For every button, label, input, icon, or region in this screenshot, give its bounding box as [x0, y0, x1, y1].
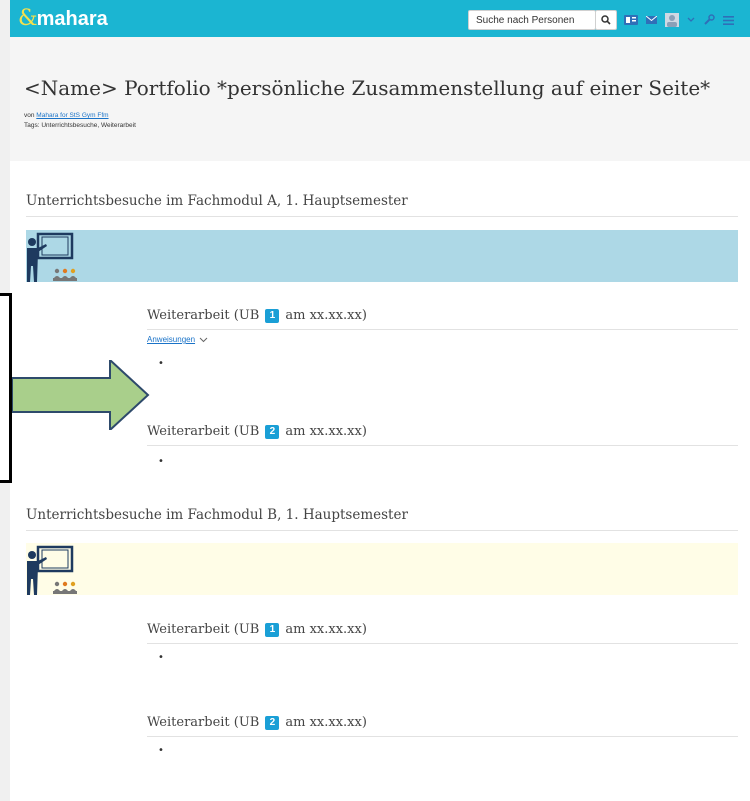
list-item-bullet: •: [158, 358, 164, 369]
mahara-logo[interactable]: & mahara: [18, 6, 108, 31]
item-b2-title: Weiterarbeit (UB 2 am xx.xx.xx): [147, 715, 738, 737]
item-b1-suffix: am xx.xx.xx): [285, 622, 367, 637]
search-input[interactable]: Suche nach Personen: [468, 10, 596, 30]
user-avatar-icon[interactable]: [665, 13, 679, 27]
mail-icon[interactable]: [646, 16, 657, 24]
author-prefix: von: [24, 112, 37, 119]
item-a2-prefix: Weiterarbeit (UB: [147, 424, 260, 439]
menu-icon[interactable]: [723, 15, 734, 25]
item-a2-title: Weiterarbeit (UB 2 am xx.xx.xx): [147, 424, 738, 446]
instructions-label: Anweisungen: [147, 335, 196, 344]
section-a-title: Unterrichtsbesuche im Fachmodul A, 1. Ha…: [26, 193, 738, 217]
tags-line: Tags: Unterrichtsbesuche, Weiterarbeit: [24, 122, 136, 129]
section-b-banner: [26, 543, 738, 595]
section-b-title: Unterrichtsbesuche im Fachmodul B, 1. Ha…: [26, 507, 738, 531]
teacher-classroom-icon: [27, 545, 77, 595]
logo-ampersand: &: [18, 6, 38, 31]
page-title: <Name> Portfolio *persönliche Zusammenst…: [24, 76, 711, 100]
item-a1-suffix: am xx.xx.xx): [285, 308, 367, 323]
search-button[interactable]: [595, 10, 617, 30]
item-a2-suffix: am xx.xx.xx): [285, 424, 367, 439]
list-item-bullet: •: [158, 456, 164, 467]
item-b1-prefix: Weiterarbeit (UB: [147, 622, 260, 637]
content-icon[interactable]: [624, 15, 638, 25]
ub-number-badge: 2: [265, 715, 280, 730]
item-a1-title: Weiterarbeit (UB 1 am xx.xx.xx): [147, 308, 738, 330]
section-a-banner: [26, 230, 738, 282]
author-line: von Mahara for StS Gym Ffm: [24, 112, 109, 119]
chevron-down-icon: [199, 337, 208, 342]
top-navbar: & mahara Suche nach Personen: [10, 0, 750, 37]
ub-number-badge: 1: [265, 622, 280, 637]
teacher-classroom-icon: [27, 232, 77, 282]
list-item-bullet: •: [158, 745, 164, 756]
annotation-callout-box: [0, 293, 12, 483]
search-icon: [601, 15, 611, 25]
chevron-down-icon[interactable]: [687, 17, 695, 23]
item-b2-prefix: Weiterarbeit (UB: [147, 715, 260, 730]
list-item-bullet: •: [158, 652, 164, 663]
ub-number-badge: 2: [265, 424, 280, 439]
ub-number-badge: 1: [265, 308, 280, 323]
author-link[interactable]: Mahara for StS Gym Ffm: [36, 112, 108, 119]
instructions-toggle[interactable]: Anweisungen: [147, 335, 208, 344]
item-a1-prefix: Weiterarbeit (UB: [147, 308, 260, 323]
logo-text: mahara: [36, 8, 108, 30]
admin-wrench-icon[interactable]: [703, 14, 715, 26]
item-b2-suffix: am xx.xx.xx): [285, 715, 367, 730]
annotation-arrow-icon: [12, 360, 150, 430]
item-b1-title: Weiterarbeit (UB 1 am xx.xx.xx): [147, 622, 738, 644]
